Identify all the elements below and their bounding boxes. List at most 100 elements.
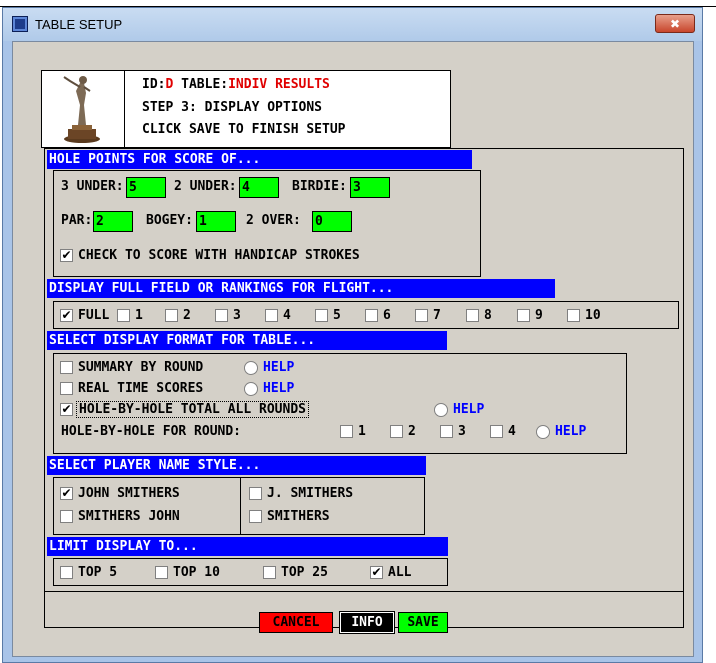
save-button[interactable]: SAVE	[398, 612, 448, 633]
realtime-help-link[interactable]: HELP	[263, 381, 294, 396]
flight-4-label: 4	[283, 308, 291, 323]
name-j-smithers-checkbox[interactable]	[249, 487, 262, 500]
window-title: TABLE SETUP	[35, 17, 123, 32]
flight-full-label: FULL	[78, 308, 110, 323]
limit-top-25-label: TOP 25	[281, 565, 328, 580]
birdie-label: BIRDIE:	[292, 179, 347, 194]
golfer-trophy-image	[42, 71, 125, 147]
par-field[interactable]: 2	[93, 211, 133, 232]
check-icon: ✔	[371, 565, 382, 579]
flight-full-checkbox[interactable]: ✔	[60, 309, 73, 322]
hbh-total-help-radio[interactable]	[434, 403, 448, 417]
cancel-button[interactable]: CANCEL	[259, 612, 333, 633]
format-header: SELECT DISPLAY FORMAT FOR TABLE...	[47, 331, 447, 350]
step-line: STEP 3: DISPLAY OPTIONS	[142, 100, 323, 115]
flight-1-label: 1	[135, 308, 143, 323]
round-2-checkbox[interactable]	[390, 425, 403, 438]
flight-8-checkbox[interactable]	[466, 309, 479, 322]
app-icon	[12, 16, 28, 32]
round-3-label: 3	[458, 424, 466, 439]
limit-header: LIMIT DISPLAY TO...	[47, 537, 448, 556]
realtime-help-radio[interactable]	[244, 382, 258, 396]
round-4-label: 4	[508, 424, 516, 439]
hole-points-header: HOLE POINTS FOR SCORE OF...	[47, 150, 472, 169]
summary-checkbox[interactable]	[60, 361, 73, 374]
flight-6-checkbox[interactable]	[365, 309, 378, 322]
check-icon: ✔	[61, 486, 72, 500]
two-under-field[interactable]: 4	[239, 177, 279, 198]
hbh-round-help-link[interactable]: HELP	[555, 424, 586, 439]
flight-9-label: 9	[535, 308, 543, 323]
three-under-label: 3 UNDER:	[61, 179, 124, 194]
hbh-round-label: HOLE-BY-HOLE FOR ROUND:	[61, 424, 242, 439]
flight-9-checkbox[interactable]	[517, 309, 530, 322]
check-icon: ✔	[61, 402, 72, 416]
three-under-field[interactable]: 5	[126, 177, 166, 198]
close-icon: ✖	[669, 16, 681, 31]
hbh-total-checkbox[interactable]: ✔	[60, 403, 73, 416]
summary-label: SUMMARY BY ROUND	[78, 360, 204, 375]
handicap-label: CHECK TO SCORE WITH HANDICAP STROKES	[78, 248, 360, 263]
flight-5-label: 5	[333, 308, 341, 323]
round-2-label: 2	[408, 424, 416, 439]
flight-4-checkbox[interactable]	[265, 309, 278, 322]
limit-all-label: ALL	[388, 565, 412, 580]
id-table-line: ID:D TABLE:INDIV RESULTS	[142, 77, 330, 92]
flight-1-checkbox[interactable]	[117, 309, 130, 322]
birdie-field[interactable]: 3	[350, 177, 390, 198]
bogey-label: BOGEY:	[146, 213, 193, 228]
name-john-smithers-label: JOHN SMITHERS	[78, 486, 180, 501]
two-over-field[interactable]: 0	[312, 211, 352, 232]
flight-10-label: 10	[585, 308, 601, 323]
hbh-round-help-radio[interactable]	[536, 425, 550, 439]
table-setup-window: TABLE SETUP ✖ ID:D TABLE:INDIV RESULTS S…	[2, 7, 703, 663]
panel-divider	[44, 591, 684, 592]
two-under-label: 2 UNDER:	[174, 179, 237, 194]
name-smithers-label: SMITHERS	[267, 509, 330, 524]
check-icon: ✔	[61, 308, 72, 322]
realtime-label: REAL TIME SCORES	[78, 381, 204, 396]
round-4-checkbox[interactable]	[490, 425, 503, 438]
name-style-header: SELECT PLAYER NAME STYLE...	[47, 456, 426, 475]
hbh-total-label: HOLE-BY-HOLE TOTAL ALL ROUNDS	[76, 401, 309, 418]
round-3-checkbox[interactable]	[440, 425, 453, 438]
name-smithers-checkbox[interactable]	[249, 510, 262, 523]
summary-help-radio[interactable]	[244, 361, 258, 375]
round-1-checkbox[interactable]	[340, 425, 353, 438]
limit-all-checkbox[interactable]: ✔	[370, 566, 383, 579]
info-box: ID:D TABLE:INDIV RESULTS STEP 3: DISPLAY…	[41, 70, 451, 148]
title-bar[interactable]: TABLE SETUP ✖	[3, 8, 702, 41]
id-value: D	[165, 77, 174, 92]
flight-2-checkbox[interactable]	[165, 309, 178, 322]
limit-top-5-checkbox[interactable]	[60, 566, 73, 579]
limit-top-25-checkbox[interactable]	[263, 566, 276, 579]
flight-7-checkbox[interactable]	[415, 309, 428, 322]
id-label: ID:	[142, 77, 166, 92]
handicap-checkbox[interactable]: ✔	[60, 249, 73, 262]
table-value: INDIV RESULTS	[228, 77, 330, 92]
flight-6-label: 6	[383, 308, 391, 323]
name-smithers-john-label: SMITHERS JOHN	[78, 509, 180, 524]
limit-top-10-label: TOP 10	[173, 565, 220, 580]
flight-3-checkbox[interactable]	[215, 309, 228, 322]
flight-10-checkbox[interactable]	[567, 309, 580, 322]
flight-8-label: 8	[484, 308, 492, 323]
realtime-checkbox[interactable]	[60, 382, 73, 395]
hbh-total-help-link[interactable]: HELP	[453, 402, 484, 417]
name-john-smithers-checkbox[interactable]: ✔	[60, 487, 73, 500]
name-smithers-john-checkbox[interactable]	[60, 510, 73, 523]
table-label: TABLE:	[181, 77, 229, 92]
flight-3-label: 3	[233, 308, 241, 323]
two-over-label: 2 OVER:	[246, 213, 301, 228]
close-button[interactable]: ✖	[655, 14, 695, 33]
flight-5-checkbox[interactable]	[315, 309, 328, 322]
name-j-smithers-label: J. SMITHERS	[267, 486, 354, 501]
flight-2-label: 2	[183, 308, 191, 323]
limit-top-10-checkbox[interactable]	[155, 566, 168, 579]
round-1-label: 1	[358, 424, 366, 439]
bogey-field[interactable]: 1	[196, 211, 236, 232]
summary-help-link[interactable]: HELP	[263, 360, 294, 375]
dialog-client-area: ID:D TABLE:INDIV RESULTS STEP 3: DISPLAY…	[12, 41, 694, 657]
info-button[interactable]: INFO	[339, 611, 395, 634]
flight-7-label: 7	[433, 308, 441, 323]
